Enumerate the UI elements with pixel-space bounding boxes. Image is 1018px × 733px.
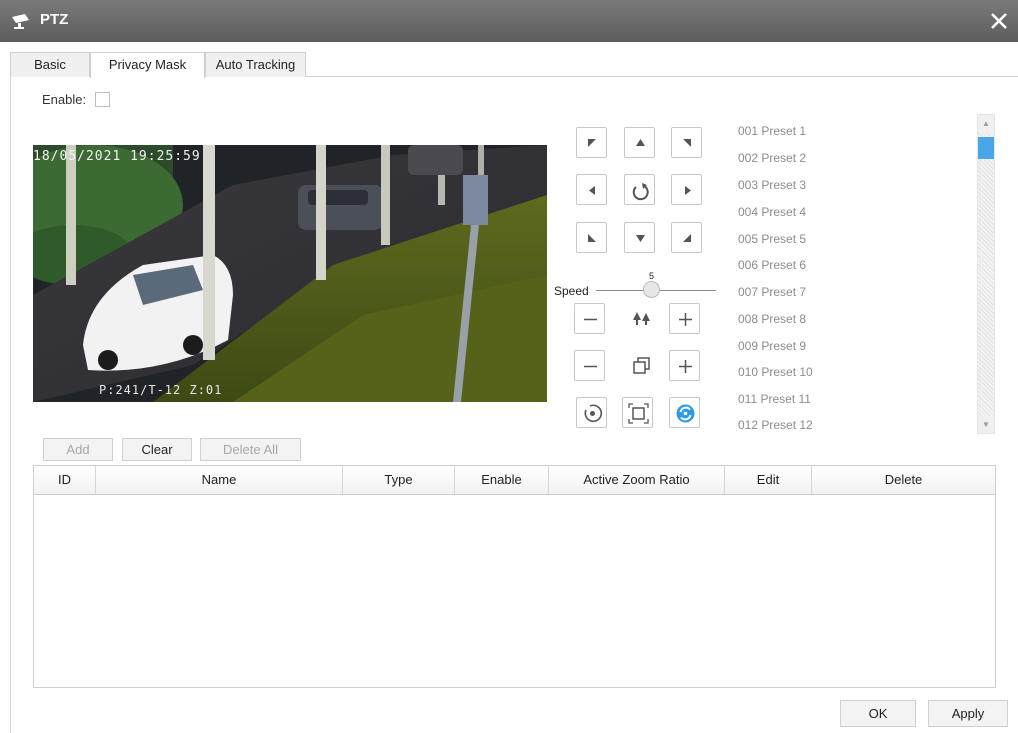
table-header: ID Name Type Enable Active Zoom Ratio Ed… bbox=[34, 466, 995, 495]
live-video[interactable]: 18/05/2021 19:25:59 P:241/T-12 Z:01 bbox=[33, 145, 547, 402]
home-icon bbox=[584, 404, 603, 423]
column-type: Type bbox=[343, 466, 455, 494]
close-icon[interactable] bbox=[986, 6, 1012, 34]
focus-near-button[interactable] bbox=[574, 303, 605, 334]
preset-item[interactable]: 007 Preset 7 bbox=[738, 285, 806, 299]
preset-item[interactable]: 005 Preset 5 bbox=[738, 232, 806, 246]
preset-item[interactable]: 003 Preset 3 bbox=[738, 178, 806, 192]
preset-item[interactable]: 002 Preset 2 bbox=[738, 151, 806, 165]
osd-position: P:241/T-12 Z:01 bbox=[99, 383, 223, 397]
minus-icon bbox=[584, 365, 597, 368]
ok-button[interactable]: OK bbox=[840, 700, 916, 727]
zoom-out-button[interactable] bbox=[574, 350, 605, 381]
auto-tracking-button[interactable] bbox=[669, 397, 700, 428]
arrow-up-icon bbox=[636, 139, 645, 146]
preset-item[interactable]: 009 Preset 9 bbox=[738, 339, 806, 353]
plus-icon bbox=[679, 360, 692, 373]
arrow-up-left-icon bbox=[588, 139, 596, 147]
preset-item[interactable]: 010 Preset 10 bbox=[738, 365, 813, 379]
column-enable: Enable bbox=[455, 466, 549, 494]
camera-icon bbox=[12, 14, 29, 29]
enable-checkbox[interactable] bbox=[95, 92, 110, 107]
preset-item[interactable]: 006 Preset 6 bbox=[738, 258, 806, 272]
panel-border bbox=[10, 77, 11, 733]
focus-icon bbox=[633, 312, 650, 325]
ptz-reset-button[interactable] bbox=[624, 174, 655, 205]
scroll-thumb[interactable] bbox=[978, 137, 994, 159]
zoom-area-icon bbox=[628, 403, 649, 424]
tab-privacy-mask[interactable]: Privacy Mask bbox=[90, 52, 205, 78]
preset-item[interactable]: 012 Preset 12 bbox=[738, 418, 813, 432]
tab-auto-tracking[interactable]: Auto Tracking bbox=[205, 52, 306, 77]
zoom-in-button[interactable] bbox=[669, 350, 700, 381]
title-bar: PTZ bbox=[0, 0, 1018, 42]
arrow-left-icon bbox=[589, 186, 595, 195]
column-active-zoom-ratio: Active Zoom Ratio bbox=[549, 466, 725, 494]
iris-icon bbox=[633, 357, 650, 374]
pan-right-button[interactable] bbox=[671, 174, 702, 205]
arrow-up-right-icon bbox=[683, 139, 691, 147]
scroll-up-icon[interactable]: ▲ bbox=[978, 115, 994, 132]
refresh-icon bbox=[632, 183, 649, 201]
arrow-right-icon bbox=[685, 186, 691, 195]
clear-button[interactable]: Clear bbox=[122, 438, 192, 461]
pan-down-right-button[interactable] bbox=[671, 222, 702, 253]
home-position-button[interactable] bbox=[576, 397, 607, 428]
column-edit: Edit bbox=[725, 466, 812, 494]
tilt-up-button[interactable] bbox=[624, 127, 655, 158]
plus-icon bbox=[679, 313, 692, 326]
preset-item[interactable]: 004 Preset 4 bbox=[738, 205, 806, 219]
preset-scrollbar[interactable]: ▲ ▼ bbox=[977, 114, 995, 434]
tab-bar: Basic Privacy Mask Auto Tracking bbox=[10, 52, 1018, 78]
window-title: PTZ bbox=[40, 11, 69, 28]
pan-down-left-button[interactable] bbox=[576, 222, 607, 253]
column-delete: Delete bbox=[884, 472, 923, 487]
minus-icon bbox=[584, 318, 597, 321]
pan-up-left-button[interactable] bbox=[576, 127, 607, 158]
column-name: Name bbox=[96, 466, 343, 494]
tracking-icon bbox=[676, 404, 695, 423]
privacy-mask-table: ID Name Type Enable Active Zoom Ratio Ed… bbox=[33, 465, 996, 688]
scroll-down-icon[interactable]: ▼ bbox=[978, 416, 994, 433]
speed-value: 5 bbox=[649, 271, 655, 281]
pan-left-button[interactable] bbox=[576, 174, 607, 205]
preset-item[interactable]: 011 Preset 11 bbox=[738, 392, 811, 406]
delete-all-button[interactable]: Delete All bbox=[200, 438, 301, 461]
video-frame bbox=[33, 145, 547, 402]
preset-item[interactable]: 001 Preset 1 bbox=[738, 124, 806, 138]
speed-label: Speed bbox=[554, 284, 589, 298]
column-id: ID bbox=[34, 466, 96, 494]
tilt-down-button[interactable] bbox=[624, 222, 655, 253]
arrow-down-left-icon bbox=[588, 234, 596, 242]
osd-timestamp: 18/05/2021 19:25:59 bbox=[33, 149, 201, 164]
arrow-down-right-icon bbox=[683, 234, 691, 242]
apply-button[interactable]: Apply bbox=[928, 700, 1008, 727]
add-button[interactable]: Add bbox=[43, 438, 113, 461]
tab-basic[interactable]: Basic bbox=[10, 52, 90, 77]
zoom-area-button[interactable] bbox=[622, 397, 653, 428]
preset-item[interactable]: 008 Preset 8 bbox=[738, 312, 806, 326]
speed-slider-handle[interactable] bbox=[643, 281, 660, 298]
focus-far-button[interactable] bbox=[669, 303, 700, 334]
pan-up-right-button[interactable] bbox=[671, 127, 702, 158]
enable-label: Enable: bbox=[42, 92, 87, 107]
arrow-down-icon bbox=[636, 235, 645, 242]
